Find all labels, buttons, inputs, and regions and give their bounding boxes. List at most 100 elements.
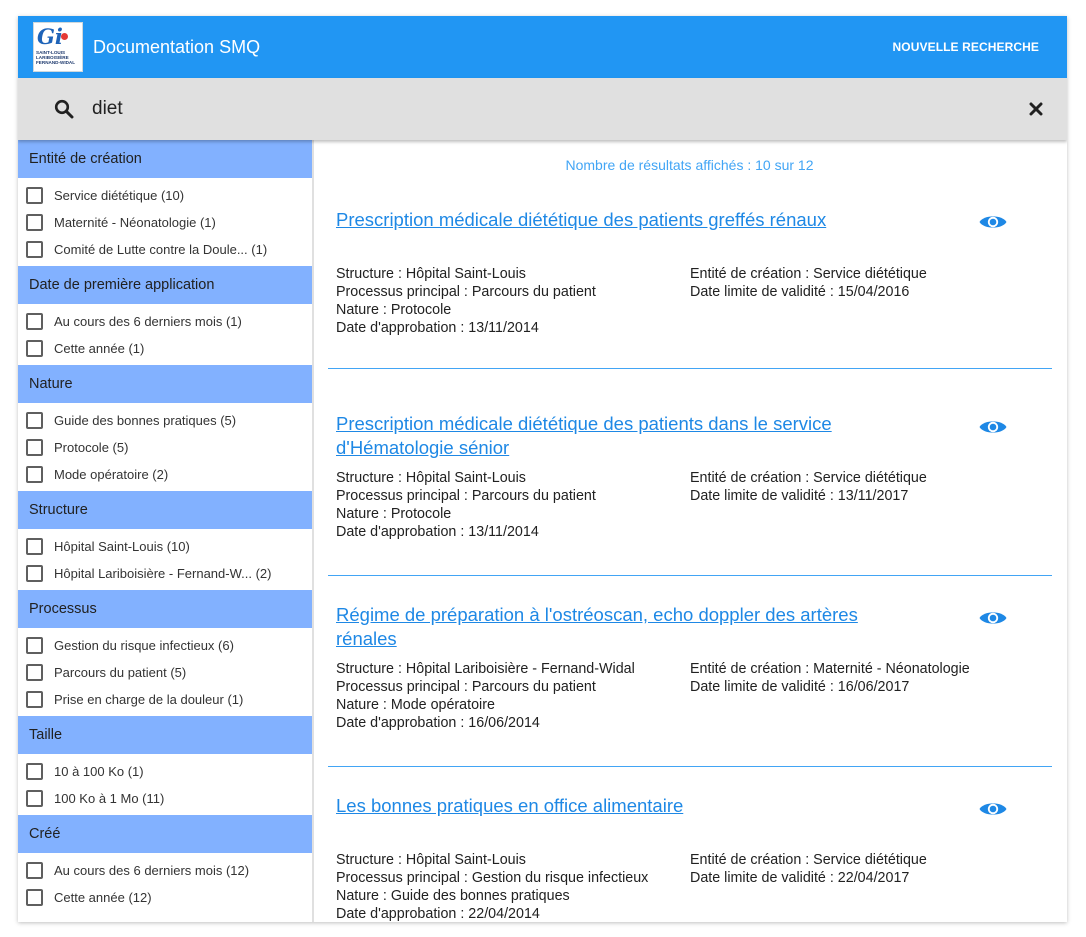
result-entite: Entité de création : Service diététique	[690, 266, 927, 282]
checkbox[interactable]	[26, 565, 43, 582]
facet-option[interactable]: Prise en charge de la douleur (1)	[18, 686, 312, 713]
checkbox[interactable]	[26, 412, 43, 429]
facet-nature: Nature Guide des bonnes pratiques (5) Pr…	[18, 365, 312, 491]
facet-option[interactable]: Cette année (1)	[18, 335, 312, 362]
checkbox[interactable]	[26, 790, 43, 807]
checkbox[interactable]	[26, 538, 43, 555]
checkbox[interactable]	[26, 763, 43, 780]
facet-option-label: Protocole (5)	[54, 440, 129, 455]
app-title: Documentation SMQ	[93, 37, 261, 57]
facet-option[interactable]: Parcours du patient (5)	[18, 659, 312, 686]
eye-icon[interactable]	[978, 417, 1008, 437]
facet-option[interactable]: Au cours des 6 derniers mois (12)	[18, 857, 312, 884]
results-panel: Nombre de résultats affichés : 10 sur 12…	[316, 140, 1067, 922]
result-entite: Entité de création : Maternité - Néonato…	[690, 661, 970, 677]
facet-option-label: Maternité - Néonatologie (1)	[54, 215, 216, 230]
filter-sidebar: Entité de création Service diététique (1…	[18, 140, 314, 922]
facet-taille: Taille 10 à 100 Ko (1) 100 Ko à 1 Mo (11…	[18, 716, 312, 815]
facet-cree: Créé Au cours des 6 derniers mois (12) C…	[18, 815, 312, 914]
facet-option-label: 100 Ko à 1 Mo (11)	[54, 791, 165, 806]
result-processus: Processus principal : Parcours du patien…	[336, 679, 596, 695]
hospital-logo: Gi SAINT-LOUIS LARIBOISIÈRE FERNAND-WIDA…	[33, 22, 83, 72]
facet-option-label: Prise en charge de la douleur (1)	[54, 692, 244, 707]
facet-option-label: 10 à 100 Ko (1)	[54, 764, 144, 779]
checkbox[interactable]	[26, 637, 43, 654]
result-structure: Structure : Hôpital Saint-Louis	[336, 470, 526, 486]
result-approbation: Date d'approbation : 13/11/2014	[336, 524, 539, 540]
facet-option[interactable]: Service diététique (10)	[18, 182, 312, 209]
result-nature: Nature : Protocole	[336, 506, 452, 522]
facet-option[interactable]: Au cours des 6 derniers mois (1)	[18, 308, 312, 335]
facet-date-application: Date de première application Au cours de…	[18, 266, 312, 365]
result-processus: Processus principal : Gestion du risque …	[336, 870, 649, 886]
result-validite: Date limite de validité : 13/11/2017	[690, 488, 909, 504]
checkbox[interactable]	[26, 187, 43, 204]
facet-option-label: Cette année (12)	[54, 890, 152, 905]
facet-option[interactable]: 100 Ko à 1 Mo (11)	[18, 785, 312, 812]
app-window: Gi SAINT-LOUIS LARIBOISIÈRE FERNAND-WIDA…	[18, 16, 1067, 922]
facet-option[interactable]: Comité de Lutte contre la Doule... (1)	[18, 236, 312, 263]
checkbox[interactable]	[26, 439, 43, 456]
facet-header: Taille	[18, 716, 312, 754]
search-input[interactable]	[92, 96, 992, 122]
facet-option[interactable]: Protocole (5)	[18, 434, 312, 461]
eye-icon[interactable]	[978, 799, 1008, 819]
result-title-link[interactable]: Prescription médicale diététique des pat…	[336, 412, 896, 460]
search-icon	[54, 99, 74, 119]
checkbox[interactable]	[26, 664, 43, 681]
facet-entite: Entité de création Service diététique (1…	[18, 140, 312, 266]
facet-processus: Processus Gestion du risque infectieux (…	[18, 590, 312, 716]
search-bar	[18, 78, 1067, 140]
eye-icon[interactable]	[978, 608, 1008, 628]
result-item: Prescription médicale diététique des pat…	[328, 208, 1052, 369]
facet-option[interactable]: Maternité - Néonatologie (1)	[18, 209, 312, 236]
facet-option-label: Gestion du risque infectieux (6)	[54, 638, 234, 653]
facet-option[interactable]: Guide des bonnes pratiques (5)	[18, 407, 312, 434]
result-nature: Nature : Mode opératoire	[336, 697, 495, 713]
result-item: Les bonnes pratiques en office alimentai…	[328, 794, 1052, 922]
result-structure: Structure : Hôpital Lariboisière - Ferna…	[336, 661, 635, 677]
facet-option[interactable]: Hôpital Lariboisière - Fernand-W... (2)	[18, 560, 312, 587]
facet-structure: Structure Hôpital Saint-Louis (10) Hôpit…	[18, 491, 312, 590]
facet-option-label: Parcours du patient (5)	[54, 665, 187, 680]
facet-header: Structure	[18, 491, 312, 529]
result-title-link[interactable]: Les bonnes pratiques en office alimentai…	[336, 794, 896, 818]
checkbox[interactable]	[26, 466, 43, 483]
facet-option-label: Au cours des 6 derniers mois (12)	[54, 863, 250, 878]
result-approbation: Date d'approbation : 13/11/2014	[336, 320, 539, 336]
facet-option-label: Guide des bonnes pratiques (5)	[54, 413, 237, 428]
facet-header: Date de première application	[18, 266, 312, 304]
result-title-link[interactable]: Régime de préparation à l'ostréoscan, ec…	[336, 603, 896, 651]
facet-header: Processus	[18, 590, 312, 628]
checkbox[interactable]	[26, 313, 43, 330]
result-entite: Entité de création : Service diététique	[690, 470, 927, 486]
result-validite: Date limite de validité : 16/06/2017	[690, 679, 910, 695]
checkbox[interactable]	[26, 691, 43, 708]
checkbox[interactable]	[26, 862, 43, 879]
facet-header: Nature	[18, 365, 312, 403]
facet-option-label: Service diététique (10)	[54, 188, 185, 203]
facet-option-label: Comité de Lutte contre la Doule... (1)	[54, 242, 268, 257]
facet-option-label: Mode opératoire (2)	[54, 467, 169, 482]
facet-option[interactable]: Gestion du risque infectieux (6)	[18, 632, 312, 659]
facet-option[interactable]: Mode opératoire (2)	[18, 461, 312, 488]
result-structure: Structure : Hôpital Saint-Louis	[336, 852, 526, 868]
result-approbation: Date d'approbation : 22/04/2014	[336, 906, 540, 922]
result-title-link[interactable]: Prescription médicale diététique des pat…	[336, 208, 896, 232]
result-structure: Structure : Hôpital Saint-Louis	[336, 266, 526, 282]
checkbox[interactable]	[26, 340, 43, 357]
checkbox[interactable]	[26, 889, 43, 906]
facet-option[interactable]: Cette année (12)	[18, 884, 312, 911]
checkbox[interactable]	[26, 214, 43, 231]
checkbox[interactable]	[26, 241, 43, 258]
eye-icon[interactable]	[978, 212, 1008, 232]
new-search-button[interactable]: NOUVELLE RECHERCHE	[893, 39, 1039, 55]
facet-option[interactable]: 10 à 100 Ko (1)	[18, 758, 312, 785]
result-processus: Processus principal : Parcours du patien…	[336, 284, 596, 300]
top-bar: Gi SAINT-LOUIS LARIBOISIÈRE FERNAND-WIDA…	[18, 16, 1067, 78]
result-approbation: Date d'approbation : 16/06/2014	[336, 715, 540, 731]
close-icon[interactable]	[1029, 102, 1043, 116]
facet-option[interactable]: Hôpital Saint-Louis (10)	[18, 533, 312, 560]
result-entite: Entité de création : Service diététique	[690, 852, 927, 868]
result-validite: Date limite de validité : 22/04/2017	[690, 870, 910, 886]
